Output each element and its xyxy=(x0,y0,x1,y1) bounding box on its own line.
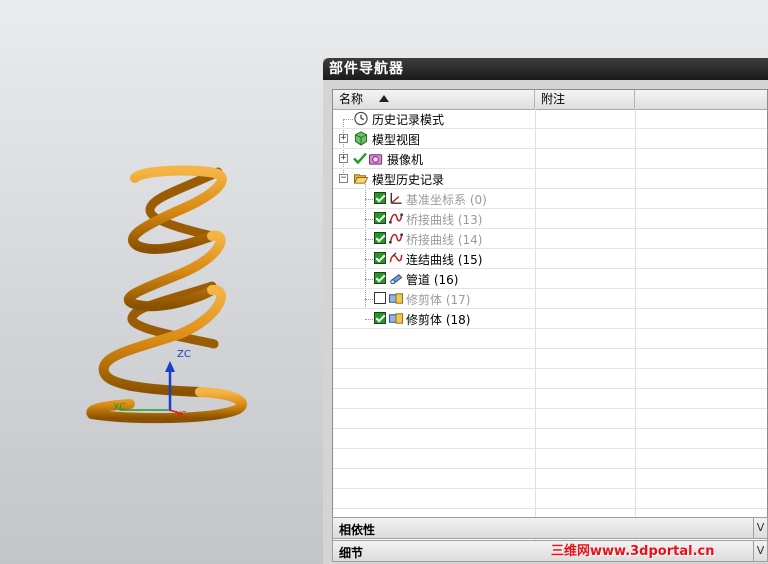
clock-icon xyxy=(354,111,368,126)
camera-icon xyxy=(368,154,383,165)
dependencies-panel[interactable]: 相依性 V xyxy=(332,517,768,539)
expand-icon[interactable]: + xyxy=(339,134,348,143)
tree-row-label: 连结曲线 (15) xyxy=(406,253,483,267)
navigator-tree[interactable]: 名称 附注 历史记录模式 + 模型视图 + 摄像机 − 模型历史记录 基准坐标系… xyxy=(332,89,768,561)
folder-open-icon xyxy=(353,174,369,184)
column-name-label: 名称 xyxy=(339,92,364,106)
empty-row xyxy=(333,489,767,509)
navigator-title[interactable]: 部件导航器 xyxy=(323,58,768,80)
tree-row-trim-body-18[interactable]: 修剪体 (18) xyxy=(333,309,767,329)
visibility-checkbox[interactable] xyxy=(374,232,386,244)
xc-label: XC xyxy=(113,402,127,413)
visibility-checkbox[interactable] xyxy=(374,252,386,264)
chevron-down-icon[interactable]: V xyxy=(753,541,767,561)
visibility-checkbox[interactable] xyxy=(374,192,386,204)
tree-row-label: 模型历史记录 xyxy=(372,173,445,187)
tree-row-label: 摄像机 xyxy=(387,153,424,167)
empty-row xyxy=(333,449,767,469)
tree-row-trim-body-17[interactable]: 修剪体 (17) xyxy=(333,289,767,309)
expand-icon[interactable]: + xyxy=(339,154,348,163)
empty-row xyxy=(333,369,767,389)
note-cell xyxy=(535,269,636,288)
datum-csys-icon xyxy=(390,192,402,204)
column-note-header[interactable]: 附注 xyxy=(535,90,635,109)
trim-body-icon xyxy=(388,313,404,324)
visibility-checkbox[interactable] xyxy=(374,212,386,224)
bridge-curve-icon xyxy=(388,233,404,244)
empty-row xyxy=(333,409,767,429)
tree-row-model-views[interactable]: + 模型视图 xyxy=(333,129,767,149)
yc-label: YC xyxy=(176,410,187,419)
note-cell xyxy=(535,249,636,268)
note-cell xyxy=(535,129,636,148)
note-cell xyxy=(535,169,636,188)
empty-row xyxy=(333,349,767,369)
tree-row-bridge-curve-14[interactable]: 桥接曲线 (14) xyxy=(333,229,767,249)
note-cell xyxy=(535,289,636,308)
check-mark-icon xyxy=(353,152,367,165)
tree-row-tube[interactable]: 管道 (16) xyxy=(333,269,767,289)
tree-row-label: 历史记录模式 xyxy=(372,113,445,127)
join-curve-icon xyxy=(389,252,403,263)
tree-row-label: 模型视图 xyxy=(372,133,421,147)
model-view-icon xyxy=(354,131,368,146)
empty-row xyxy=(333,389,767,409)
tree-row-history-mode[interactable]: 历史记录模式 xyxy=(333,109,767,129)
tree-row-label: 基准坐标系 (0) xyxy=(406,193,487,207)
sort-ascending-icon xyxy=(379,95,389,102)
tree-row-label: 桥接曲线 (13) xyxy=(406,213,483,227)
tree-row-bridge-curve-13[interactable]: 桥接曲线 (13) xyxy=(333,209,767,229)
note-cell xyxy=(535,189,636,208)
tree-row-datum-csys[interactable]: 基准坐标系 (0) xyxy=(333,189,767,209)
visibility-checkbox[interactable] xyxy=(374,292,386,304)
tree-row-cameras[interactable]: + 摄像机 xyxy=(333,149,767,169)
part-navigator: 部件导航器 名称 附注 历史记录模式 + 模型视图 + 摄像机 − 模型历史记录… xyxy=(323,58,768,564)
note-cell xyxy=(535,149,636,168)
empty-row xyxy=(333,469,767,489)
visibility-checkbox[interactable] xyxy=(374,272,386,284)
tree-row-label: 修剪体 (17) xyxy=(406,293,471,307)
visibility-checkbox[interactable] xyxy=(374,312,386,324)
trim-body-icon xyxy=(388,293,404,304)
chevron-down-icon[interactable]: V xyxy=(753,518,767,538)
note-cell xyxy=(535,109,636,128)
tree-row-model-history[interactable]: − 模型历史记录 xyxy=(333,169,767,189)
column-blank-header xyxy=(635,90,767,109)
column-name-header[interactable]: 名称 xyxy=(333,90,535,109)
column-header: 名称 附注 xyxy=(333,90,767,110)
spring-model[interactable] xyxy=(0,0,330,564)
bridge-curve-icon xyxy=(388,213,404,224)
zc-label: ZC xyxy=(177,349,191,360)
collapse-icon[interactable]: − xyxy=(339,174,348,183)
tree-row-label: 修剪体 (18) xyxy=(406,313,471,327)
empty-row xyxy=(333,429,767,449)
note-cell xyxy=(535,309,636,328)
tree-row-label: 管道 (16) xyxy=(406,273,459,287)
details-label: 细节 xyxy=(339,546,364,560)
column-note-label: 附注 xyxy=(541,92,566,106)
tree-row-label: 桥接曲线 (14) xyxy=(406,233,483,247)
watermark: 三维网www.3dportal.cn xyxy=(551,544,715,559)
dependencies-label: 相依性 xyxy=(339,523,376,537)
tube-icon xyxy=(390,274,403,285)
empty-row xyxy=(333,329,767,349)
tree-row-join-curve[interactable]: 连结曲线 (15) xyxy=(333,249,767,269)
note-cell xyxy=(535,229,636,248)
note-cell xyxy=(535,209,636,228)
